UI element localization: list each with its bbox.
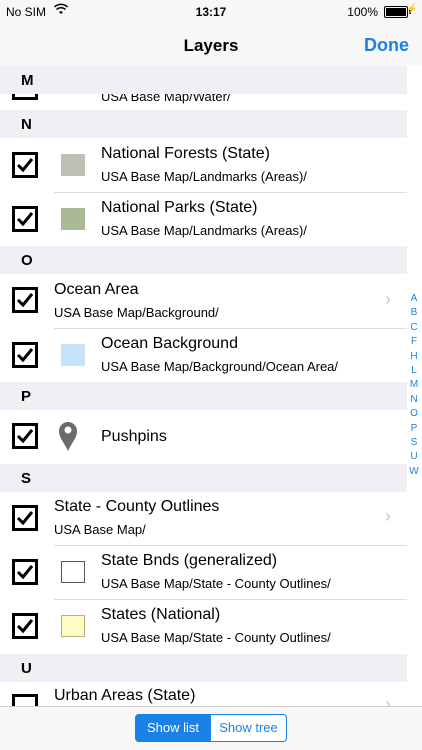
index-letter[interactable]: L [406, 364, 422, 378]
layer-row-ocean-background[interactable]: Ocean Background USA Base Map/Background… [0, 329, 407, 382]
checkbox-icon[interactable] [12, 423, 38, 449]
section-letter: U [21, 660, 32, 677]
index-letter[interactable]: C [406, 321, 422, 335]
index-letter[interactable]: S [406, 436, 422, 450]
checkbox-icon[interactable] [12, 152, 38, 178]
checkbox-icon[interactable] [12, 559, 38, 585]
color-swatch-icon [61, 344, 85, 366]
checkbox-icon[interactable] [12, 342, 38, 368]
color-swatch-icon [61, 154, 85, 176]
section-letter: P [21, 388, 32, 405]
layer-title: State Bnds (generalized) [101, 552, 278, 569]
checkbox-icon[interactable] [12, 94, 38, 100]
battery-percent: 100% [347, 5, 378, 19]
pushpin-icon [57, 420, 79, 457]
layer-subtitle: USA Base Map/State - County Outlines/ [101, 630, 331, 645]
layer-subtitle: USA Base Map/Background/Ocean Area/ [101, 359, 339, 374]
index-letter[interactable]: O [406, 407, 422, 421]
section-header-m: M [0, 66, 407, 94]
layer-subtitle: USA Base Map/ [54, 522, 146, 537]
section-letter: S [21, 470, 32, 487]
chevron-right-icon[interactable]: › [385, 506, 391, 527]
layer-title: Ocean Area [54, 281, 139, 298]
layer-title: National Parks (State) [101, 199, 258, 216]
layer-row-ocean-area[interactable]: Ocean Area USA Base Map/Background/ › [0, 274, 407, 328]
section-letter: O [21, 252, 33, 269]
layer-row-pushpins[interactable]: Pushpins [0, 410, 407, 464]
section-index[interactable]: ABCFHLMNOPSUW [406, 292, 422, 479]
status-bar: No SIM 13:17 100% ⚡ [0, 0, 422, 24]
layer-subtitle: USA Base Map/Landmarks (Areas)/ [101, 169, 307, 184]
index-letter[interactable]: M [406, 378, 422, 392]
layer-row-state-bnds[interactable]: State Bnds (generalized) USA Base Map/St… [0, 546, 407, 599]
bottom-toolbar: Show list Show tree [0, 706, 422, 750]
done-button[interactable]: Done [364, 35, 409, 56]
index-letter[interactable]: N [406, 393, 422, 407]
color-swatch-icon [61, 615, 85, 637]
layer-title: National Forests (State) [101, 145, 270, 162]
checkbox-icon[interactable] [12, 505, 38, 531]
layer-row-water[interactable]: USA Base Map/Water/ [0, 94, 407, 110]
layer-title: Urban Areas (State) [54, 687, 196, 704]
index-letter[interactable]: P [406, 422, 422, 436]
layer-title: Pushpins [101, 428, 167, 445]
layer-row-states-national[interactable]: States (National) USA Base Map/State - C… [0, 600, 407, 654]
index-letter[interactable]: F [406, 335, 422, 349]
color-swatch-icon [61, 208, 85, 230]
index-letter[interactable]: W [406, 465, 422, 479]
page-title: Layers [183, 36, 239, 55]
section-header-o: O [0, 246, 407, 274]
charging-icon: ⚡ [405, 4, 418, 15]
layer-subtitle: USA Base Map/Landmarks (Areas)/ [101, 223, 307, 238]
layer-row-state-county-outlines[interactable]: State - County Outlines USA Base Map/ › [0, 492, 407, 545]
layer-row-national-forests[interactable]: National Forests (State) USA Base Map/La… [0, 138, 407, 192]
section-letter: N [21, 116, 32, 133]
section-header-s: S [0, 464, 407, 492]
layer-subtitle: USA Base Map/Background/ [54, 305, 219, 320]
checkbox-icon[interactable] [12, 206, 38, 232]
layer-row-urban-areas[interactable]: Urban Areas (State) › [0, 682, 407, 706]
show-list-button[interactable]: Show list [135, 714, 211, 742]
navigation-bar: Layers Done [0, 24, 422, 66]
chevron-right-icon[interactable]: › [385, 289, 391, 310]
layer-title: Ocean Background [101, 335, 238, 352]
layers-list[interactable]: M USA Base Map/Water/ N National Forests… [0, 66, 422, 706]
checkbox-icon[interactable] [12, 613, 38, 639]
chevron-right-icon[interactable]: › [385, 694, 391, 706]
index-letter[interactable]: U [406, 450, 422, 464]
index-letter[interactable]: H [406, 350, 422, 364]
section-header-p: P [0, 382, 407, 410]
checkbox-icon[interactable] [12, 287, 38, 313]
section-header-n: N [0, 110, 407, 138]
layer-subtitle: USA Base Map/State - County Outlines/ [101, 576, 331, 591]
section-header-u: U [0, 654, 407, 682]
layer-row-national-parks[interactable]: National Parks (State) USA Base Map/Land… [0, 193, 407, 246]
index-letter[interactable]: B [406, 306, 422, 320]
layer-subtitle: USA Base Map/Water/ [101, 94, 231, 104]
layer-title: State - County Outlines [54, 498, 220, 515]
index-letter[interactable]: A [406, 292, 422, 306]
color-swatch-icon [61, 561, 85, 583]
show-tree-button[interactable]: Show tree [210, 714, 287, 742]
section-letter: M [21, 72, 34, 89]
checkbox-icon[interactable] [12, 694, 38, 706]
battery-icon [384, 6, 411, 18]
layer-title: States (National) [101, 606, 221, 623]
